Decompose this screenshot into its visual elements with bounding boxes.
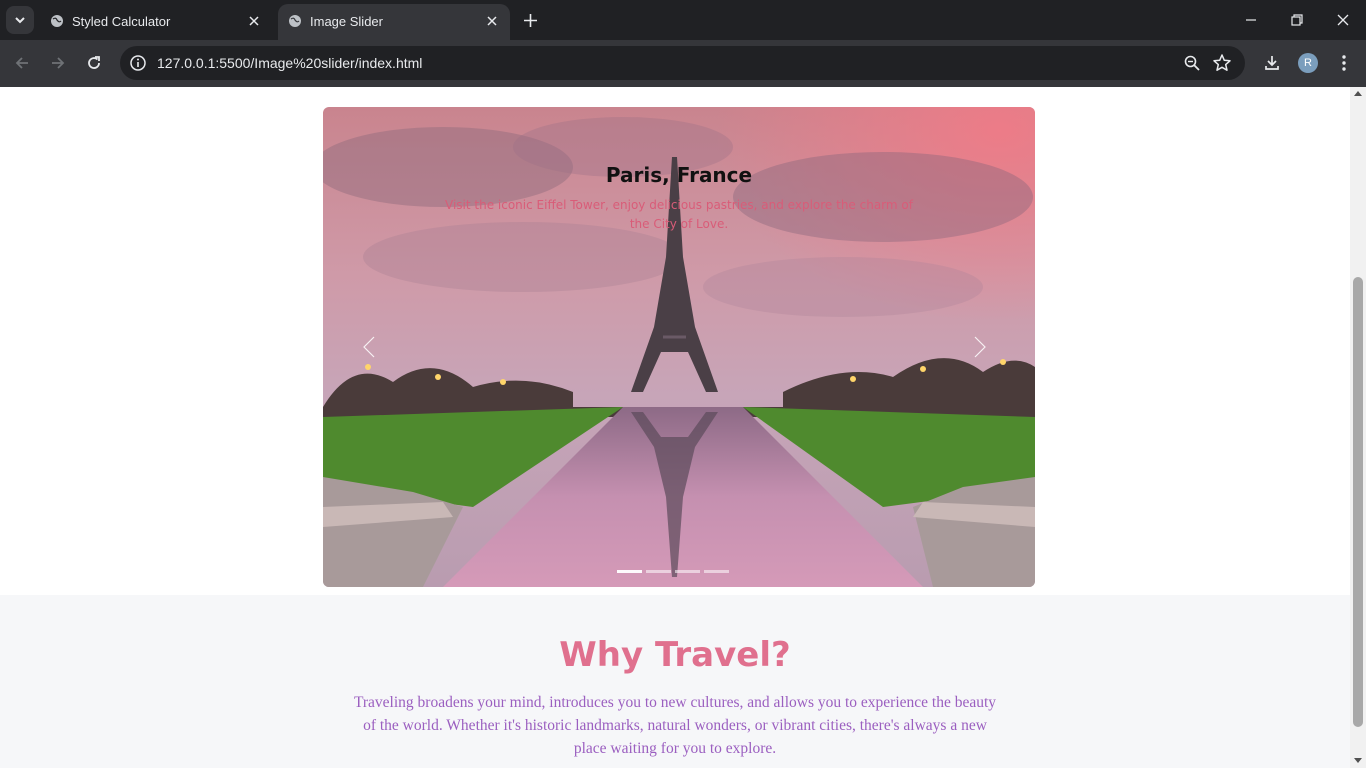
close-icon [249, 16, 259, 26]
new-tab-button[interactable] [520, 10, 540, 30]
slide-indicator[interactable] [617, 570, 642, 573]
scroll-thumb[interactable] [1353, 277, 1363, 727]
profile-avatar[interactable]: R [1298, 53, 1318, 73]
tab-image-slider[interactable]: Image Slider [278, 4, 510, 40]
zoom-icon[interactable] [1183, 54, 1201, 72]
scroll-up-arrow[interactable] [1354, 91, 1362, 96]
restore-button[interactable] [1285, 8, 1309, 32]
image-slider: Paris, France Visit the iconic Eiffel To… [323, 107, 1035, 587]
slide-indicators [617, 570, 729, 573]
page-viewport: Paris, France Visit the iconic Eiffel To… [0, 87, 1350, 768]
minimize-icon [1246, 19, 1256, 21]
arrow-left-icon [15, 57, 28, 69]
chevron-left-icon [363, 336, 375, 358]
prev-slide-button[interactable] [359, 335, 379, 359]
reload-icon [88, 56, 100, 69]
close-icon [1337, 14, 1349, 26]
slide-description: Visit the iconic Eiffel Tower, enjoy del… [445, 198, 913, 231]
address-bar[interactable]: 127.0.0.1:5500/Image%20slider/index.html [120, 46, 1245, 80]
back-button[interactable] [9, 50, 35, 76]
tab-title: Image Slider [310, 14, 383, 29]
more-vert-icon [1342, 55, 1346, 71]
downloads-button[interactable] [1261, 52, 1283, 74]
slide-indicator[interactable] [646, 570, 671, 573]
globe-icon [289, 15, 301, 27]
slide-indicator[interactable] [675, 570, 700, 573]
tab-search-button[interactable] [6, 6, 34, 34]
slide-caption: Paris, France Visit the iconic Eiffel To… [323, 163, 1035, 234]
close-window-button[interactable] [1331, 8, 1355, 32]
scroll-down-arrow[interactable] [1354, 758, 1362, 763]
browser-toolbar: 127.0.0.1:5500/Image%20slider/index.html… [0, 40, 1366, 87]
scrollbar[interactable] [1350, 87, 1366, 768]
close-tab-button[interactable] [482, 11, 502, 31]
close-tab-button[interactable] [244, 11, 264, 31]
arrow-right-icon [52, 57, 65, 69]
slide-title: Paris, France [605, 163, 753, 187]
chevron-right-icon [974, 336, 986, 358]
url-text: 127.0.0.1:5500/Image%20slider/index.html [157, 55, 423, 71]
tab-styled-calculator[interactable]: Styled Calculator [40, 4, 272, 40]
next-slide-button[interactable] [970, 335, 990, 359]
globe-icon [51, 15, 63, 27]
slide-indicator[interactable] [704, 570, 729, 573]
section-body: Traveling broadens your mind, introduces… [353, 694, 997, 757]
chevron-down-icon [15, 17, 25, 24]
restore-icon [1291, 14, 1303, 26]
section-heading: Why Travel? [559, 635, 791, 675]
minimize-button[interactable] [1239, 8, 1263, 32]
tab-title: Styled Calculator [72, 14, 171, 29]
site-info-icon[interactable] [129, 54, 147, 72]
reload-button[interactable] [81, 50, 107, 76]
why-travel-section: Why Travel? Traveling broadens your mind… [0, 595, 1350, 768]
bookmark-star-icon[interactable] [1212, 53, 1232, 73]
close-icon [487, 16, 497, 26]
plus-icon [523, 13, 537, 27]
download-icon [1265, 56, 1279, 70]
menu-button[interactable] [1333, 52, 1355, 74]
tab-strip: Styled Calculator Image Slider [0, 0, 1366, 40]
forward-button[interactable] [45, 50, 71, 76]
